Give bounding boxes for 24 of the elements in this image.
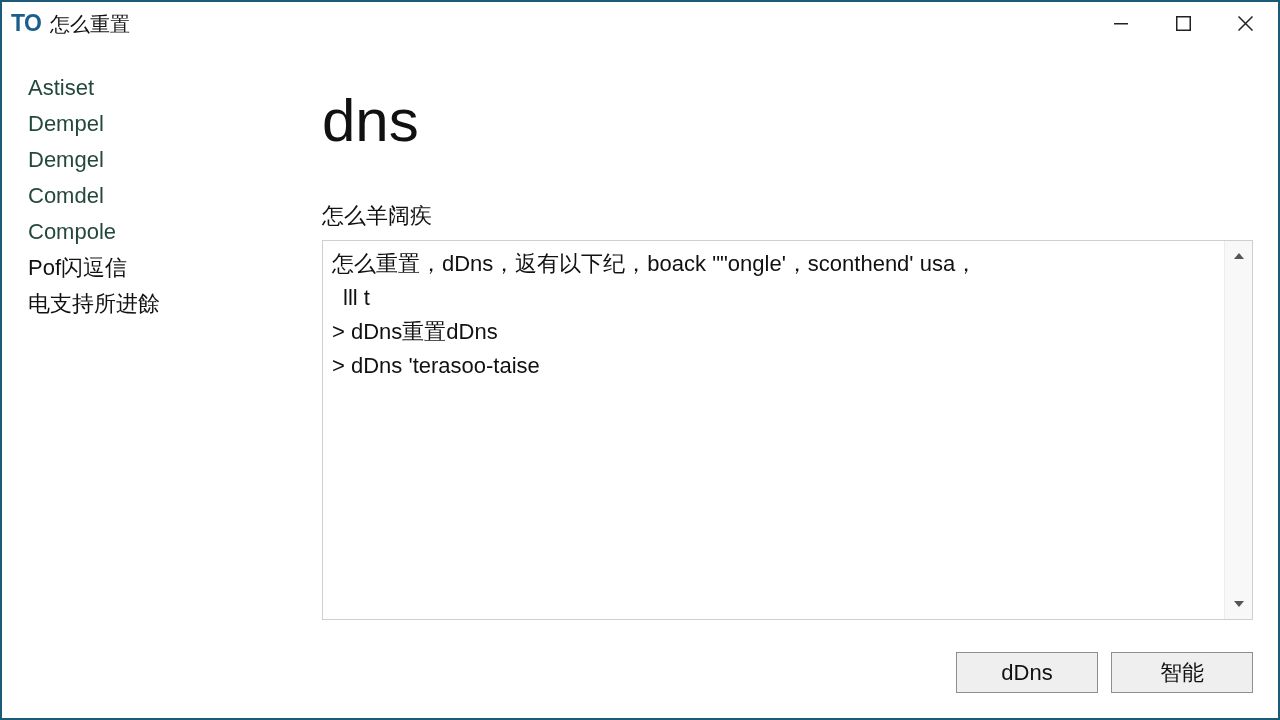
- window-title: 怎么重置: [50, 13, 131, 34]
- scrollbar[interactable]: [1224, 241, 1252, 619]
- dialog-button[interactable]: dDns: [956, 652, 1098, 693]
- sidebar-item[interactable]: Compole: [28, 214, 117, 250]
- sidebar-item[interactable]: Dempel: [28, 106, 104, 142]
- page-heading: dns: [322, 91, 419, 151]
- sidebar-item[interactable]: Demgel: [28, 142, 104, 178]
- text-line: > dDns 'terasoo-taise: [332, 352, 540, 380]
- text-line: 怎么重置，dDns，返有以下纪，boack ""ongle'，sconthend' usa，: [332, 250, 978, 278]
- maximize-icon: [1175, 16, 1191, 31]
- dialog-button[interactable]: 智能: [1111, 652, 1253, 693]
- text-line: > dDns重置dDns: [332, 318, 498, 346]
- scroll-down-arrow-icon[interactable]: [1233, 601, 1244, 607]
- close-icon: [1237, 16, 1253, 31]
- sidebar-item[interactable]: Pof闪逗信: [28, 250, 128, 286]
- sidebar-item[interactable]: 电支持所进餘: [28, 286, 160, 322]
- title-initials: TO: [11, 12, 42, 35]
- scroll-up-arrow-icon[interactable]: [1233, 253, 1244, 259]
- sidebar-item[interactable]: Astiset: [28, 70, 95, 106]
- sidebar-item[interactable]: Comdel: [28, 178, 104, 214]
- minimize-icon: [1114, 22, 1128, 25]
- text-line: lll t: [342, 284, 370, 312]
- section-label: 怎么羊阔疾: [322, 202, 432, 230]
- text-area[interactable]: 怎么重置，dDns，返有以下纪，boack ""ongle'，sconthend' usa， lll t > dDns重置dDns > dDns 'terasoo-taise: [322, 240, 1253, 620]
